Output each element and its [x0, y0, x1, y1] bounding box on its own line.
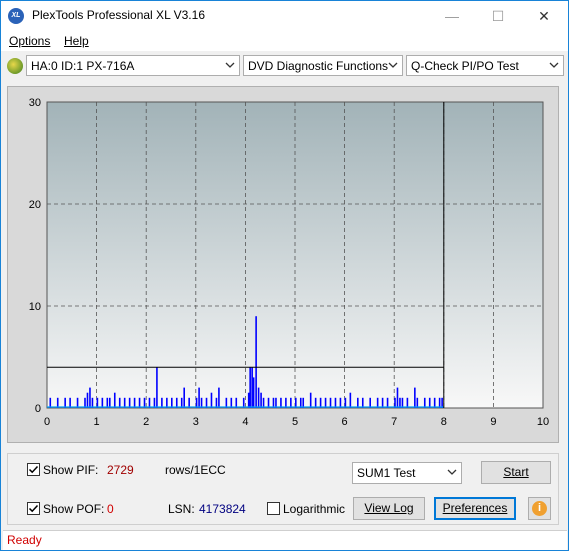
- pif-bar: [255, 316, 257, 408]
- status-text: Ready: [7, 533, 42, 547]
- y-tick-label: 0: [35, 403, 41, 415]
- show-pof-label: Show POF:: [43, 502, 105, 516]
- sum-test-select[interactable]: SUM1 Test: [352, 462, 462, 484]
- y-tick-label: 20: [29, 199, 41, 211]
- toolbar: HA:0 ID:1 PX-716A DVD Diagnostic Functio…: [1, 52, 568, 80]
- main-window: XL PlexTools Professional XL V3.16 — ☐ ✕…: [0, 0, 569, 551]
- view-log-button[interactable]: View Log: [353, 497, 425, 520]
- chevron-down-icon: [225, 62, 235, 68]
- y-tick-label: 10: [29, 301, 41, 313]
- pif-bar: [251, 367, 253, 408]
- pif-bar: [257, 387, 260, 408]
- chevron-down-icon: [447, 469, 457, 475]
- sum-test-value: SUM1 Test: [357, 466, 416, 480]
- logarithmic-label: Logarithmic: [283, 502, 346, 516]
- logarithmic-checkbox[interactable]: [267, 502, 280, 515]
- lsn-value: 4173824: [199, 502, 246, 516]
- preferences-button[interactable]: Preferences: [434, 497, 516, 520]
- info-icon: i: [532, 501, 547, 516]
- pif-bar: [218, 387, 220, 408]
- status-bar: Ready: [3, 530, 567, 550]
- show-pif-label: Show PIF:: [43, 463, 99, 477]
- show-pof-checkbox[interactable]: [27, 502, 40, 515]
- app-icon: XL: [8, 8, 24, 24]
- pif-bar: [198, 387, 200, 408]
- pif-bar: [183, 387, 185, 408]
- pif-bar: [86, 392, 89, 408]
- chevron-down-icon: [549, 62, 559, 68]
- pif-bar: [113, 392, 116, 408]
- chart-panel: 0 1 2 3 4 5 6 7 8 9 10 0 10 20 30: [7, 86, 559, 443]
- y-tick-label: 30: [29, 97, 41, 109]
- maximize-button[interactable]: ☐: [475, 1, 521, 31]
- chevron-down-icon: [388, 62, 398, 68]
- x-tick-label: 5: [292, 416, 298, 428]
- x-tick-label: 4: [242, 416, 248, 428]
- pif-bar: [309, 392, 312, 408]
- pif-bar: [260, 392, 262, 408]
- minimize-button[interactable]: —: [429, 1, 475, 31]
- x-tick-label: 0: [44, 416, 50, 428]
- pif-bar: [210, 392, 213, 408]
- lsn-label: LSN:: [168, 502, 195, 516]
- pif-bar: [414, 387, 416, 408]
- test-select-value: Q-Check PI/PO Test: [411, 59, 519, 73]
- menu-help-label: Help: [64, 34, 89, 48]
- x-tick-label: 10: [537, 416, 549, 428]
- menu-help[interactable]: Help: [64, 34, 89, 48]
- x-tick-label: 8: [441, 416, 447, 428]
- drive-select[interactable]: HA:0 ID:1 PX-716A: [26, 55, 240, 76]
- menu-bar: Options Help: [1, 31, 568, 51]
- x-tick-label: 9: [490, 416, 496, 428]
- x-tick-label: 1: [94, 416, 100, 428]
- x-tick-label: 7: [391, 416, 397, 428]
- drive-icon: [7, 58, 23, 74]
- pif-bar: [156, 367, 158, 408]
- pif-bar: [247, 392, 250, 408]
- show-pif-checkbox[interactable]: [27, 463, 40, 476]
- test-select[interactable]: Q-Check PI/PO Test: [406, 55, 564, 76]
- window-title: PlexTools Professional XL V3.16: [32, 8, 205, 22]
- pif-bar: [396, 387, 399, 408]
- start-button[interactable]: Start: [481, 461, 551, 484]
- preferences-button-label: Preferences: [442, 501, 508, 515]
- pif-unit: rows/1ECC: [165, 463, 226, 477]
- pif-bar: [89, 387, 91, 408]
- x-tick-label: 6: [342, 416, 348, 428]
- x-tick-label: 3: [193, 416, 199, 428]
- menu-options-label: Options: [9, 34, 51, 48]
- function-select-value: DVD Diagnostic Functions: [248, 59, 389, 73]
- menu-options[interactable]: Options: [9, 34, 50, 48]
- pif-value: 2729: [107, 463, 134, 477]
- view-log-button-label: View Log: [364, 501, 414, 515]
- pof-value: 0: [107, 502, 114, 516]
- pif-bar: [349, 392, 352, 408]
- pif-bar: [252, 377, 255, 408]
- start-button-label: Start: [503, 465, 529, 479]
- drive-select-value: HA:0 ID:1 PX-716A: [31, 59, 135, 73]
- info-button[interactable]: i: [528, 497, 551, 520]
- title-bar: XL PlexTools Professional XL V3.16 — ☐ ✕: [1, 1, 568, 31]
- function-select[interactable]: DVD Diagnostic Functions: [243, 55, 403, 76]
- x-tick-label: 2: [143, 416, 149, 428]
- pi-po-chart: 0 1 2 3 4 5 6 7 8 9 10 0 10 20 30: [29, 97, 549, 428]
- pif-bar: [249, 367, 251, 408]
- close-button[interactable]: ✕: [521, 1, 567, 31]
